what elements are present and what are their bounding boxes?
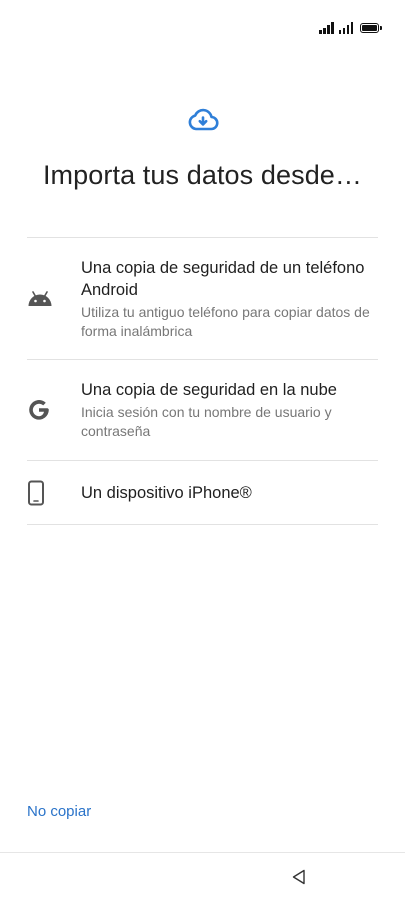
navigation-divider bbox=[0, 852, 405, 853]
option-android-backup[interactable]: Una copia de seguridad de un teléfono An… bbox=[27, 238, 378, 359]
battery-icon bbox=[360, 23, 382, 33]
phone-icon bbox=[28, 480, 44, 505]
option-cloud-backup[interactable]: Una copia de seguridad en la nube Inicia… bbox=[27, 360, 378, 460]
cloud-download-icon bbox=[188, 108, 219, 131]
option-subtitle: Inicia sesión con tu nombre de usuario y… bbox=[81, 404, 332, 439]
page-title: Importa tus datos desde… bbox=[42, 160, 363, 190]
option-title: Una copia de seguridad de un teléfono An… bbox=[81, 258, 365, 299]
divider bbox=[27, 524, 378, 525]
import-options-list: Una copia de seguridad de un teléfono An… bbox=[27, 237, 378, 525]
option-title: Una copia de seguridad en la nube bbox=[81, 381, 337, 399]
signal-1-icon bbox=[319, 22, 334, 34]
google-icon bbox=[29, 400, 49, 420]
status-icons bbox=[319, 20, 382, 34]
android-icon bbox=[28, 290, 52, 306]
option-subtitle: Utiliza tu antiguo teléfono para copiar … bbox=[81, 303, 370, 339]
skip-copy-link[interactable]: No copiar bbox=[27, 803, 91, 820]
option-title: Un dispositivo iPhone® bbox=[81, 483, 252, 502]
status-bar bbox=[0, 0, 405, 56]
back-triangle-icon[interactable] bbox=[290, 868, 308, 886]
option-iphone[interactable]: Un dispositivo iPhone® bbox=[27, 461, 378, 524]
header-icon-wrap bbox=[0, 108, 405, 132]
signal-2-icon bbox=[338, 22, 353, 34]
